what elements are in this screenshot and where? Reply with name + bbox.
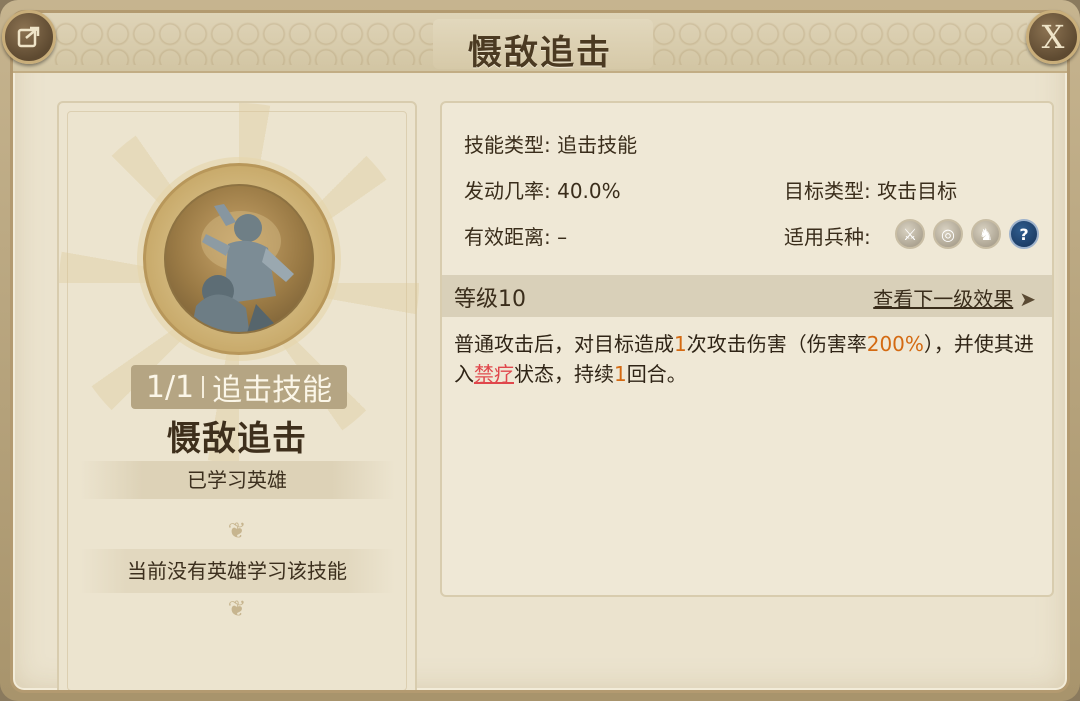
skill-type-value: 追击技能: [557, 133, 638, 157]
question-icon[interactable]: ?: [1009, 219, 1039, 249]
range-value: –: [557, 225, 568, 249]
skill-type-tag-label: 追击技能: [212, 373, 333, 408]
skill-name: 慑敌追击: [167, 419, 307, 459]
desc-hit-count: 1: [674, 332, 687, 356]
target-type-value: 攻击目标: [877, 179, 958, 203]
page-title: 慑敌追击: [468, 33, 612, 73]
desc-duration: 1: [614, 362, 627, 386]
learned-heroes-header: 已学习英雄: [79, 461, 395, 499]
bow-target-icon[interactable]: ◎: [933, 219, 963, 249]
view-next-level-link[interactable]: 查看下一级效果 ➤: [873, 283, 1036, 312]
troop-type-label: 适用兵种:: [784, 225, 871, 249]
horse-icon[interactable]: ♞: [971, 219, 1001, 249]
window-frame: 慑敌追击 1/1 追击技能 慑敌追击 已学习英雄 ❦ 当前没有英雄学习该技能 ❦…: [0, 0, 1080, 701]
skill-type-label: 技能类型:: [464, 133, 551, 157]
range-row: 有效距离: –: [464, 221, 567, 250]
skill-portrait-frame: [143, 163, 335, 355]
troop-type-icons: ⚔ ◎ ♞ ?: [895, 219, 1039, 249]
view-next-level-label: 查看下一级效果: [873, 287, 1014, 311]
dialog-panel: 慑敌追击 1/1 追击技能 慑敌追击 已学习英雄 ❦ 当前没有英雄学习该技能 ❦…: [10, 10, 1070, 693]
no-hero-message: 当前没有英雄学习该技能: [79, 549, 395, 593]
skill-type-tag: 1/1 追击技能: [131, 365, 347, 409]
desc-text-2: 次攻击伤害（伤害率: [686, 332, 867, 356]
desc-damage-rate: 200%: [866, 332, 924, 356]
share-icon: [17, 26, 40, 48]
trigger-rate-value: 40.0%: [557, 179, 621, 203]
skill-type-row: 技能类型: 追击技能: [464, 129, 637, 158]
arrow-right-icon: ➤: [1019, 287, 1036, 311]
status-effect-link[interactable]: 禁疗: [474, 362, 514, 386]
hero-skill-card: 1/1 追击技能 慑敌追击 已学习英雄 ❦ 当前没有英雄学习该技能 ❦: [57, 101, 419, 690]
target-type-row: 目标类型: 攻击目标: [784, 175, 957, 204]
skill-description: 普通攻击后，对目标造成1次攻击伤害（伤害率200%），并使其进入禁疗状态，持续1…: [454, 329, 1036, 389]
skill-portrait: [164, 184, 314, 334]
target-type-label: 目标类型:: [784, 179, 871, 203]
sword-icon[interactable]: ⚔: [895, 219, 925, 249]
troop-type-row: 适用兵种:: [784, 221, 871, 250]
desc-text-1: 普通攻击后，对目标造成: [454, 332, 674, 356]
trigger-rate-row: 发动几率: 40.0%: [464, 175, 621, 204]
skill-info-panel: 技能类型: 追击技能 发动几率: 40.0% 目标类型: 攻击目标 有效距离: …: [440, 101, 1054, 597]
tag-separator: [202, 376, 205, 398]
ornament-bottom-icon: ❦: [227, 597, 247, 622]
share-button[interactable]: [2, 10, 56, 64]
desc-text-5: 回合。: [626, 362, 687, 386]
close-icon: X: [1041, 18, 1065, 56]
ornament-top-icon: ❦: [227, 519, 247, 544]
desc-text-4: 状态，持续: [514, 362, 614, 386]
skill-level: 等级10: [454, 287, 526, 312]
skill-count: 1/1: [145, 369, 195, 405]
close-button[interactable]: X: [1026, 10, 1080, 64]
trigger-rate-label: 发动几率:: [464, 179, 551, 203]
title-bar: 慑敌追击: [13, 13, 1067, 73]
range-label: 有效距离:: [464, 225, 551, 249]
level-bar: 等级10 查看下一级效果 ➤: [442, 275, 1052, 317]
warrior-portrait-icon: [190, 204, 294, 332]
